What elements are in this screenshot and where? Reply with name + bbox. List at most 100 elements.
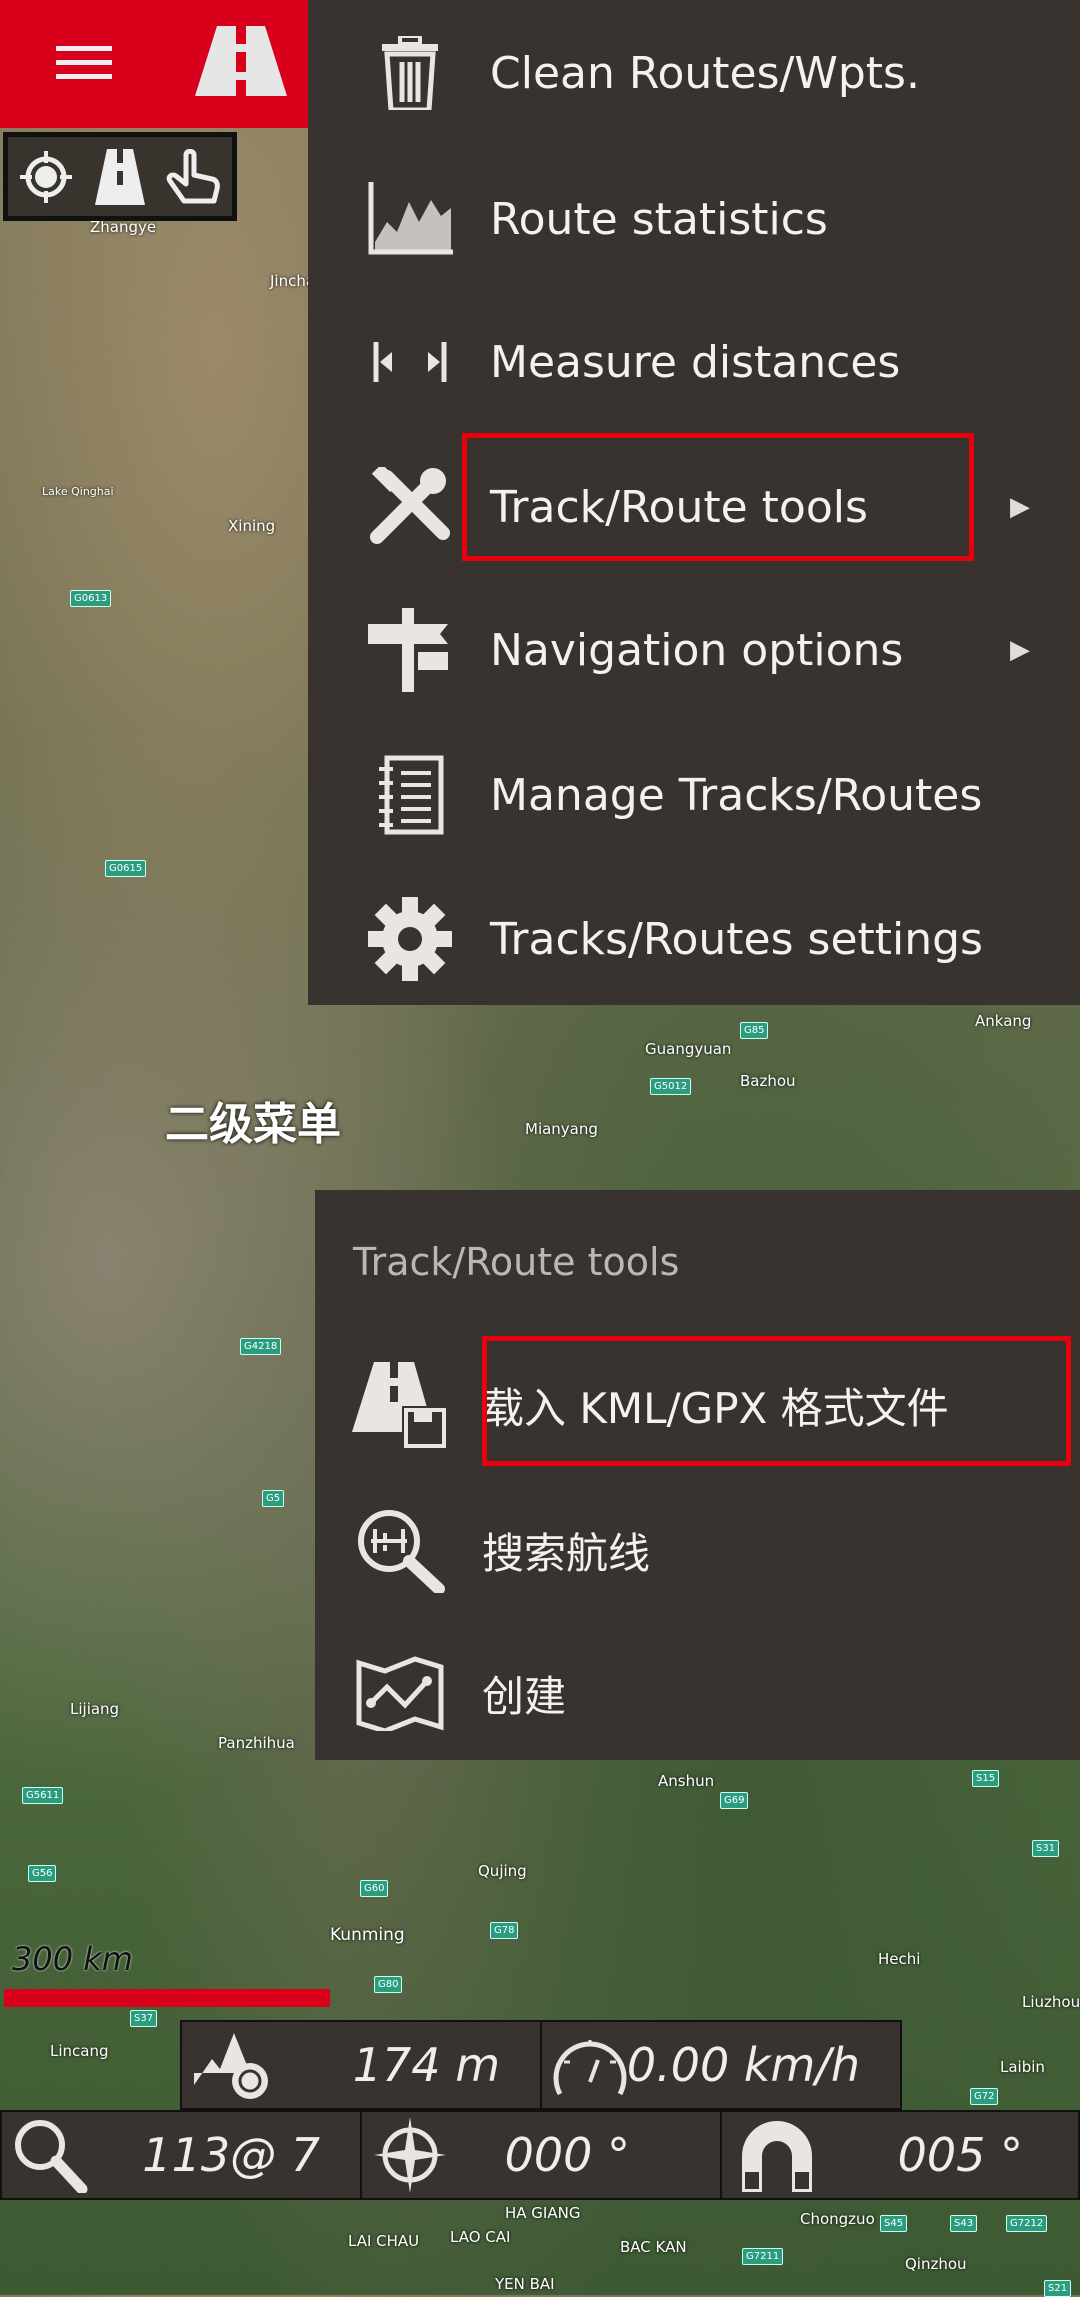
menu-item-clean-routes[interactable]: Clean Routes/Wpts. <box>308 1 1080 145</box>
road-icon[interactable] <box>94 148 145 205</box>
zoom-panel[interactable]: 113@ 7 <box>0 2110 362 2200</box>
road-logo-icon[interactable] <box>195 26 287 96</box>
map-label: LAO CAI <box>450 2228 511 2246</box>
altitude-panel[interactable]: 174 m <box>180 2020 542 2110</box>
road-shield: G7212 <box>1006 2215 1048 2232</box>
map-label: LAI CHAU <box>348 2232 420 2250</box>
scale-bar <box>4 1989 330 2007</box>
submenu-track-route-tools: Track/Route tools 载入 KML/GPX 格式文件 搜索航线 创… <box>315 1190 1080 1760</box>
bearing-value: 000 ° <box>504 2128 630 2182</box>
map-label: Qujing <box>478 1862 527 1880</box>
map-label: Qinzhou <box>905 2255 967 2273</box>
road-shield: G0615 <box>105 860 147 877</box>
heading-panel[interactable]: 005 ° <box>720 2110 1080 2200</box>
annotation-caption: 二级菜单 <box>165 1099 341 1150</box>
road-shield: S15 <box>972 1770 1000 1787</box>
menu-item-label: Clean Routes/Wpts. <box>490 47 920 99</box>
bearing-panel[interactable]: 000 ° <box>360 2110 722 2200</box>
map-label: Mianyang <box>525 1120 598 1138</box>
road-shield: G69 <box>720 1792 749 1809</box>
road-shield: S37 <box>130 2010 158 2027</box>
map-label: YEN BAI <box>495 2275 555 2293</box>
chart-icon <box>360 182 460 256</box>
map-label: Lake Qinghai <box>42 485 114 498</box>
road-shield: G78 <box>490 1922 519 1939</box>
road-shield: G85 <box>740 1022 769 1039</box>
highlight-box <box>462 433 974 561</box>
zoom-value: 113@ 7 <box>142 2128 320 2182</box>
speed-value: 0.00 km/h <box>626 2038 860 2092</box>
road-shield: S45 <box>880 2215 908 2232</box>
road-shield: G56 <box>28 1865 57 1882</box>
submenu-arrow-icon: ▶ <box>1010 492 1030 522</box>
submenu-item-create[interactable]: 创建 <box>315 1628 1080 1758</box>
magnet-icon <box>742 2121 812 2192</box>
map-label: Panzhihua <box>218 1734 295 1752</box>
menu-item-label: Measure distances <box>490 336 901 388</box>
menu-item-label: Route statistics <box>490 193 828 245</box>
highlight-box <box>482 1336 1071 1466</box>
magnifier-icon <box>15 2120 88 2193</box>
map-label: Lincang <box>50 2042 109 2060</box>
trash-icon <box>360 36 460 110</box>
heading-value: 005 ° <box>897 2128 1023 2182</box>
menu-item-measure-distances[interactable]: Measure distances <box>308 290 1080 434</box>
map-label: Anshun <box>658 1772 715 1790</box>
road-shield: G80 <box>374 1976 403 1993</box>
load-route-icon <box>350 1362 450 1448</box>
map-label: Kunming <box>330 1925 405 1945</box>
road-shield: G72 <box>970 2088 999 2105</box>
notebook-icon <box>360 755 460 835</box>
road-shield: S43 <box>950 2215 978 2232</box>
submenu-item-label: 创建 <box>482 1671 567 1721</box>
map-label: Lijiang <box>70 1700 120 1718</box>
submenu-item-label: 搜索航线 <box>482 1528 651 1578</box>
map-toolbar <box>3 132 237 221</box>
app-header <box>0 0 308 128</box>
menu-item-navigation-options[interactable]: Navigation options ▶ <box>308 578 1080 722</box>
map-label: Guangyuan <box>645 1040 732 1058</box>
road-shield: G5611 <box>22 1787 64 1804</box>
map-label: Laibin <box>1000 2058 1045 2076</box>
map-route-icon <box>350 1655 450 1731</box>
map-label: Xining <box>228 517 276 535</box>
road-shield: G0613 <box>70 590 112 607</box>
menu-item-label: Navigation options <box>490 624 904 676</box>
search-route-icon <box>350 1507 450 1593</box>
crosshair-icon[interactable] <box>18 149 74 205</box>
submenu-title: Track/Route tools <box>353 1240 680 1284</box>
measure-icon <box>360 340 460 384</box>
road-shield: G5 <box>262 1490 285 1507</box>
map-label: BAC KAN <box>620 2238 687 2256</box>
speedometer-icon <box>553 2040 627 2096</box>
scale-label: 300 km <box>12 1940 133 1978</box>
gear-icon <box>360 897 460 981</box>
map-label: HA GIANG <box>505 2204 581 2222</box>
map-label: Liuzhou <box>1022 1993 1080 2011</box>
submenu-arrow-icon: ▶ <box>1010 635 1030 665</box>
menu-item-manage-tracks[interactable]: Manage Tracks/Routes <box>308 723 1080 867</box>
menu-item-tracks-settings[interactable]: Tracks/Routes settings <box>308 867 1080 1011</box>
road-shield: S21 <box>1044 2280 1072 2297</box>
signpost-icon <box>360 608 460 692</box>
map-label: Bazhou <box>740 1072 796 1090</box>
compass-rose-icon <box>374 2117 446 2193</box>
tools-icon <box>360 467 460 547</box>
speed-panel[interactable]: 0.00 km/h <box>540 2020 902 2110</box>
map-label: Chongzuo <box>800 2210 875 2228</box>
road-shield: G5012 <box>650 1078 692 1095</box>
road-shield: G60 <box>360 1880 389 1897</box>
pointer-hand-icon[interactable] <box>166 148 222 205</box>
menu-item-route-statistics[interactable]: Route statistics <box>308 147 1080 291</box>
menu-item-label: Tracks/Routes settings <box>490 913 983 965</box>
menu-item-label: Manage Tracks/Routes <box>490 769 983 821</box>
submenu-item-search-route[interactable]: 搜索航线 <box>315 1485 1080 1615</box>
road-shield: G4218 <box>240 1338 282 1355</box>
altitude-icon <box>194 2033 268 2099</box>
hamburger-icon[interactable] <box>56 46 112 82</box>
altitude-value: 174 m <box>352 2038 500 2092</box>
road-shield: S31 <box>1032 1840 1060 1857</box>
map-label: Hechi <box>878 1950 921 1968</box>
road-shield: G7211 <box>742 2248 784 2265</box>
map-label: Ankang <box>975 1012 1032 1030</box>
